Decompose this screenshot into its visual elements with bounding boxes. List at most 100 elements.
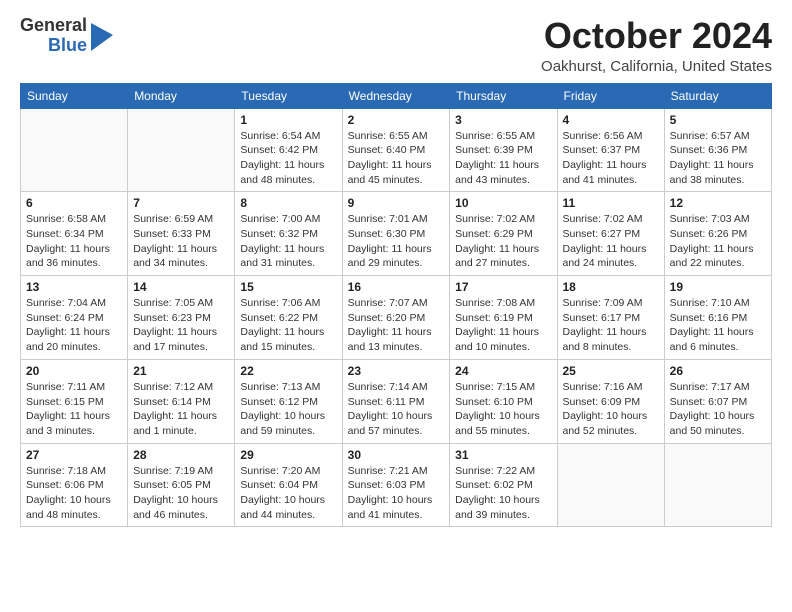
calendar-cell: 21 Sunrise: 7:12 AMSunset: 6:14 PMDayligh… xyxy=(128,359,235,443)
calendar-cell: 29 Sunrise: 7:20 AMSunset: 6:04 PMDayligh… xyxy=(235,443,342,527)
day-number: 19 xyxy=(670,280,766,294)
day-number: 12 xyxy=(670,196,766,210)
day-number: 11 xyxy=(563,196,659,210)
day-number: 20 xyxy=(26,364,122,378)
calendar-week-row: 1 Sunrise: 6:54 AMSunset: 6:42 PMDaylight… xyxy=(21,108,772,192)
cell-content: Sunrise: 6:54 AMSunset: 6:42 PMDaylight:… xyxy=(240,129,336,188)
calendar-cell xyxy=(128,108,235,192)
day-number: 24 xyxy=(455,364,551,378)
calendar-table: SundayMondayTuesdayWednesdayThursdayFrid… xyxy=(20,83,772,528)
calendar-cell xyxy=(664,443,771,527)
calendar-cell: 5 Sunrise: 6:57 AMSunset: 6:36 PMDaylight… xyxy=(664,108,771,192)
day-number: 22 xyxy=(240,364,336,378)
calendar-header-friday: Friday xyxy=(557,83,664,108)
day-number: 29 xyxy=(240,448,336,462)
cell-content: Sunrise: 6:57 AMSunset: 6:36 PMDaylight:… xyxy=(670,129,766,188)
cell-content: Sunrise: 7:01 AMSunset: 6:30 PMDaylight:… xyxy=(348,212,445,271)
calendar-cell: 14 Sunrise: 7:05 AMSunset: 6:23 PMDayligh… xyxy=(128,276,235,360)
cell-content: Sunrise: 7:02 AMSunset: 6:29 PMDaylight:… xyxy=(455,212,551,271)
calendar-cell: 18 Sunrise: 7:09 AMSunset: 6:17 PMDayligh… xyxy=(557,276,664,360)
cell-content: Sunrise: 7:06 AMSunset: 6:22 PMDaylight:… xyxy=(240,296,336,355)
calendar-cell: 25 Sunrise: 7:16 AMSunset: 6:09 PMDayligh… xyxy=(557,359,664,443)
day-number: 15 xyxy=(240,280,336,294)
calendar-cell: 4Sunrise: 6:56 AMSunset: 6:37 PMDaylight… xyxy=(557,108,664,192)
cell-content: Sunrise: 7:16 AMSunset: 6:09 PMDaylight:… xyxy=(563,380,659,439)
day-number: 7 xyxy=(133,196,229,210)
day-number: 1 xyxy=(240,113,336,127)
day-number: 21 xyxy=(133,364,229,378)
day-number: 31 xyxy=(455,448,551,462)
calendar-cell: 24Sunrise: 7:15 AMSunset: 6:10 PMDayligh… xyxy=(450,359,557,443)
day-number: 26 xyxy=(670,364,766,378)
cell-content: Sunrise: 6:55 AMSunset: 6:40 PMDaylight:… xyxy=(348,129,445,188)
day-number: 4 xyxy=(563,113,659,127)
calendar-cell: 3 Sunrise: 6:55 AMSunset: 6:39 PMDaylight… xyxy=(450,108,557,192)
day-number: 16 xyxy=(348,280,445,294)
cell-content: Sunrise: 7:17 AMSunset: 6:07 PMDaylight:… xyxy=(670,380,766,439)
cell-content: Sunrise: 7:21 AMSunset: 6:03 PMDaylight:… xyxy=(348,464,445,523)
cell-content: Sunrise: 7:18 AMSunset: 6:06 PMDaylight:… xyxy=(26,464,122,523)
cell-content: Sunrise: 7:14 AMSunset: 6:11 PMDaylight:… xyxy=(348,380,445,439)
calendar-header-monday: Monday xyxy=(128,83,235,108)
day-number: 6 xyxy=(26,196,122,210)
calendar-cell xyxy=(21,108,128,192)
calendar-week-row: 27 Sunrise: 7:18 AMSunset: 6:06 PMDayligh… xyxy=(21,443,772,527)
cell-content: Sunrise: 6:55 AMSunset: 6:39 PMDaylight:… xyxy=(455,129,551,188)
page-header: General Blue October 2024 Oakhurst, Cali… xyxy=(20,16,772,75)
calendar-cell: 28Sunrise: 7:19 AMSunset: 6:05 PMDayligh… xyxy=(128,443,235,527)
logo-icon xyxy=(91,23,113,51)
calendar-cell: 6Sunrise: 6:58 AMSunset: 6:34 PMDaylight… xyxy=(21,192,128,276)
cell-content: Sunrise: 6:59 AMSunset: 6:33 PMDaylight:… xyxy=(133,212,229,271)
cell-content: Sunrise: 7:09 AMSunset: 6:17 PMDaylight:… xyxy=(563,296,659,355)
cell-content: Sunrise: 7:07 AMSunset: 6:20 PMDaylight:… xyxy=(348,296,445,355)
calendar-cell: 9 Sunrise: 7:01 AMSunset: 6:30 PMDaylight… xyxy=(342,192,450,276)
cell-content: Sunrise: 7:05 AMSunset: 6:23 PMDaylight:… xyxy=(133,296,229,355)
calendar-cell: 10 Sunrise: 7:02 AMSunset: 6:29 PMDayligh… xyxy=(450,192,557,276)
calendar-cell: 13Sunrise: 7:04 AMSunset: 6:24 PMDayligh… xyxy=(21,276,128,360)
day-number: 2 xyxy=(348,113,445,127)
calendar-cell: 2 Sunrise: 6:55 AMSunset: 6:40 PMDaylight… xyxy=(342,108,450,192)
calendar-cell: 23Sunrise: 7:14 AMSunset: 6:11 PMDayligh… xyxy=(342,359,450,443)
calendar-header-row: SundayMondayTuesdayWednesdayThursdayFrid… xyxy=(21,83,772,108)
cell-content: Sunrise: 7:12 AMSunset: 6:14 PMDaylight:… xyxy=(133,380,229,439)
calendar-week-row: 20 Sunrise: 7:11 AMSunset: 6:15 PMDayligh… xyxy=(21,359,772,443)
calendar-cell: 30 Sunrise: 7:21 AMSunset: 6:03 PMDayligh… xyxy=(342,443,450,527)
calendar-cell xyxy=(557,443,664,527)
calendar-header-sunday: Sunday xyxy=(21,83,128,108)
day-number: 10 xyxy=(455,196,551,210)
day-number: 9 xyxy=(348,196,445,210)
day-number: 27 xyxy=(26,448,122,462)
cell-content: Sunrise: 7:08 AMSunset: 6:19 PMDaylight:… xyxy=(455,296,551,355)
cell-content: Sunrise: 7:22 AMSunset: 6:02 PMDaylight:… xyxy=(455,464,551,523)
day-number: 14 xyxy=(133,280,229,294)
cell-content: Sunrise: 7:03 AMSunset: 6:26 PMDaylight:… xyxy=(670,212,766,271)
calendar-cell: 19Sunrise: 7:10 AMSunset: 6:16 PMDayligh… xyxy=(664,276,771,360)
calendar-header-wednesday: Wednesday xyxy=(342,83,450,108)
calendar-cell: 22Sunrise: 7:13 AMSunset: 6:12 PMDayligh… xyxy=(235,359,342,443)
calendar-cell: 16 Sunrise: 7:07 AMSunset: 6:20 PMDayligh… xyxy=(342,276,450,360)
day-number: 8 xyxy=(240,196,336,210)
cell-content: Sunrise: 7:20 AMSunset: 6:04 PMDaylight:… xyxy=(240,464,336,523)
cell-content: Sunrise: 7:11 AMSunset: 6:15 PMDaylight:… xyxy=(26,380,122,439)
calendar-cell: 31 Sunrise: 7:22 AMSunset: 6:02 PMDayligh… xyxy=(450,443,557,527)
calendar-cell: 15 Sunrise: 7:06 AMSunset: 6:22 PMDayligh… xyxy=(235,276,342,360)
title-block: October 2024 Oakhurst, California, Unite… xyxy=(541,16,772,75)
day-number: 25 xyxy=(563,364,659,378)
logo: General Blue xyxy=(20,16,113,56)
calendar-cell: 20 Sunrise: 7:11 AMSunset: 6:15 PMDayligh… xyxy=(21,359,128,443)
day-number: 5 xyxy=(670,113,766,127)
calendar-cell: 11Sunrise: 7:02 AMSunset: 6:27 PMDayligh… xyxy=(557,192,664,276)
location: Oakhurst, California, United States xyxy=(541,58,772,75)
month-title: October 2024 xyxy=(541,16,772,56)
day-number: 17 xyxy=(455,280,551,294)
calendar-cell: 27 Sunrise: 7:18 AMSunset: 6:06 PMDayligh… xyxy=(21,443,128,527)
calendar-cell: 1 Sunrise: 6:54 AMSunset: 6:42 PMDaylight… xyxy=(235,108,342,192)
day-number: 18 xyxy=(563,280,659,294)
calendar-cell: 12 Sunrise: 7:03 AMSunset: 6:26 PMDayligh… xyxy=(664,192,771,276)
calendar-cell: 7 Sunrise: 6:59 AMSunset: 6:33 PMDaylight… xyxy=(128,192,235,276)
cell-content: Sunrise: 7:00 AMSunset: 6:32 PMDaylight:… xyxy=(240,212,336,271)
calendar-header-saturday: Saturday xyxy=(664,83,771,108)
day-number: 30 xyxy=(348,448,445,462)
day-number: 3 xyxy=(455,113,551,127)
calendar-week-row: 6Sunrise: 6:58 AMSunset: 6:34 PMDaylight… xyxy=(21,192,772,276)
